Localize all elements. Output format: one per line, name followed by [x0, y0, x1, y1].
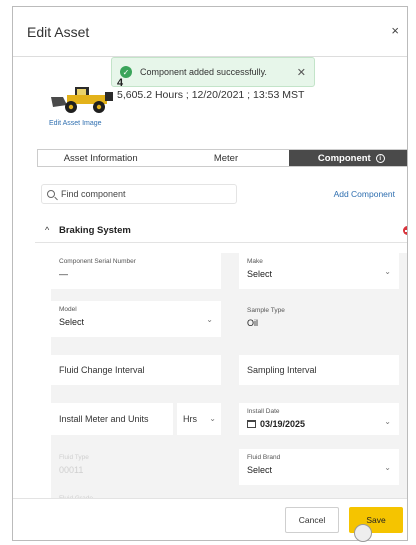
chevron-down-icon: ⌄ [206, 315, 213, 324]
section-title: Braking System [59, 225, 131, 236]
toast-message: Component added successfully. [140, 67, 267, 77]
toast-close-icon[interactable]: ✕ [297, 66, 306, 79]
field-placeholder: Fluid Change Interval [59, 365, 145, 375]
add-component-button[interactable]: Add Component [334, 189, 395, 199]
chevron-down-icon: ⌄ [209, 414, 216, 423]
fluid-change-interval-input[interactable]: Fluid Change Interval [51, 355, 221, 385]
field-value: — [59, 269, 68, 279]
asset-id: 4 [117, 77, 124, 89]
field-placeholder: Install Meter and Units [59, 414, 149, 424]
dialog-footer: Cancel Save [13, 498, 407, 540]
tab-bar: Asset Information Meter Component i [37, 149, 407, 167]
chevron-down-icon: ⌄ [384, 463, 391, 472]
field-label: Install Date [247, 408, 280, 415]
field-label: Fluid Type [59, 454, 89, 461]
tab-label: Component [317, 152, 371, 164]
field-label: Sample Type [247, 307, 285, 314]
edit-asset-dialog: Edit Asset × ✓ Component added successfu… [12, 6, 408, 541]
field-label: Make [247, 258, 263, 265]
tab-meter[interactable]: Meter [163, 150, 288, 166]
field-value: 00011 [59, 465, 84, 475]
field-value: Select [247, 465, 273, 475]
field-value: Oil [247, 318, 258, 328]
disabled-field: Fluid Type 00011 [51, 449, 221, 485]
dialog-header: Edit Asset × [13, 7, 407, 57]
component-search [41, 184, 237, 204]
info-icon: i [375, 153, 385, 163]
field-label: Model [59, 306, 77, 313]
field-value: Select [59, 317, 85, 327]
remove-icon[interactable] [403, 226, 407, 235]
sampling-interval-input[interactable]: Sampling Interval [239, 355, 399, 385]
search-input[interactable] [61, 189, 221, 199]
calendar-icon [247, 420, 256, 428]
field-placeholder: Sampling Interval [247, 365, 317, 375]
sample-type-field: Sample Type Oil [247, 307, 285, 328]
braking-system-section-header[interactable]: ^ Braking System [35, 217, 407, 243]
chevron-down-icon: ⌄ [384, 417, 391, 426]
cursor-icon [354, 524, 372, 542]
tab-label: Meter [213, 152, 239, 164]
wheel-loader-icon [51, 87, 113, 113]
tab-label: Asset Information [63, 152, 138, 164]
field-label: Fluid Brand [247, 454, 281, 461]
component-serial-number-field[interactable]: Component Serial Number — [51, 253, 221, 289]
dialog-title: Edit Asset [27, 24, 90, 40]
model-select[interactable]: Model Select ⌄ [51, 301, 221, 337]
make-select[interactable]: Make Select ⌄ [239, 253, 399, 289]
tab-asset-information[interactable]: Asset Information [38, 150, 163, 166]
meter-units-select[interactable]: Hrs ⌄ [177, 403, 221, 435]
install-date-picker[interactable]: Install Date 03/19/2025 ⌄ [239, 403, 399, 435]
field-value: Select [247, 269, 273, 279]
close-icon[interactable]: × [391, 23, 399, 38]
field-value: 03/19/2025 [260, 419, 306, 429]
cancel-button[interactable]: Cancel [285, 507, 339, 533]
success-toast: ✓ Component added successfully. ✕ [111, 57, 315, 87]
asset-meter-info: 5,605.2 Hours ; 12/20/2021 ; 13:53 MST [117, 89, 305, 101]
chevron-up-icon[interactable]: ^ [45, 225, 49, 235]
chevron-down-icon: ⌄ [384, 267, 391, 276]
search-icon [47, 190, 55, 198]
fluid-brand-select[interactable]: Fluid Brand Select ⌄ [239, 449, 399, 485]
edit-asset-image-link[interactable]: Edit Asset Image [49, 120, 102, 127]
tab-component[interactable]: Component i [288, 150, 407, 166]
field-value: Hrs [183, 414, 197, 424]
install-meter-input[interactable]: Install Meter and Units [51, 403, 173, 435]
component-form: Component Serial Number — Make Select ⌄ … [51, 253, 407, 505]
field-label: Component Serial Number [59, 258, 136, 265]
